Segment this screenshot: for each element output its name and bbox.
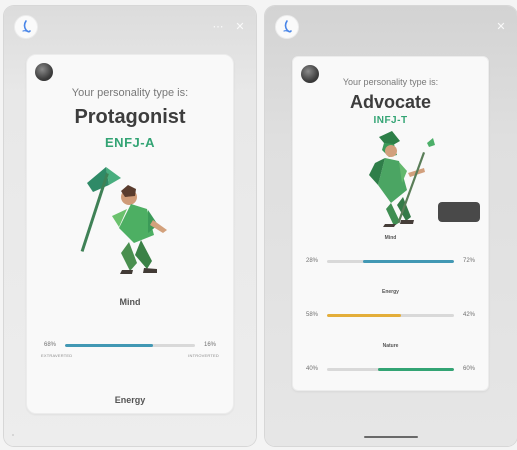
nature-bar-row-right: 40% 60%	[303, 366, 478, 372]
story-top-bar-left: ⋯ ✕	[14, 14, 246, 40]
mind-right-percent-left: 16%	[203, 342, 216, 348]
mind-left-percent-right: 28%	[305, 258, 318, 264]
mind-progress-bar-left	[65, 343, 195, 347]
energy-progress-fill-right	[327, 313, 401, 317]
personality-title-right: Advocate	[349, 92, 432, 112]
personality-intro-right: Your personality type is:	[342, 77, 439, 87]
personality-title-left: Protagonist	[74, 106, 186, 128]
energy-label-left: Energy	[114, 395, 146, 405]
mind-bar-row-left: 68% 16%	[41, 342, 219, 348]
mind-right-label-left: INTROVERTED	[188, 353, 219, 358]
nature-progress-bar-right	[327, 367, 454, 371]
personality-code-left: ENFJ-A	[105, 135, 155, 150]
card-header-left	[35, 63, 53, 81]
more-icon[interactable]: ⋯	[212, 21, 224, 33]
home-indicator	[364, 436, 418, 438]
story-actions-right: ✕	[495, 21, 507, 33]
story-avatar-icon	[283, 20, 292, 33]
mind-bar-row-right: 28% 72%	[303, 258, 478, 264]
nature-progress-fill-right	[377, 367, 454, 371]
story-avatar-icon	[22, 20, 31, 33]
story-top-bar-right: ✕	[275, 14, 507, 40]
mind-label-right: Mind	[384, 235, 397, 241]
personality-intro-left: Your personality type is:	[71, 87, 189, 99]
nature-right-percent-right: 60%	[462, 366, 475, 372]
card-avatar-left	[35, 63, 53, 81]
close-icon[interactable]: ✕	[234, 21, 246, 33]
story-right: ✕ Your personality type is: Advocate INF…	[265, 6, 517, 446]
mind-left-label-left: EXTRAVERTED	[41, 353, 73, 358]
mind-progress-fill-left	[65, 343, 154, 347]
mind-progress-bar-right	[327, 259, 454, 263]
mind-right-percent-right: 72%	[462, 258, 475, 264]
energy-label-right: Energy	[382, 289, 399, 295]
personality-code-right: INFJ-T	[373, 115, 408, 126]
story-left: ⋯ ✕ Your personality type is: Protagonis…	[4, 6, 256, 446]
popup-badge	[438, 202, 480, 222]
mind-left-percent-left: 68%	[43, 342, 56, 348]
energy-progress-bar-right	[327, 313, 454, 317]
personality-card-left: Your personality type is: Protagonist EN…	[26, 54, 234, 414]
mind-labels-left: EXTRAVERTED INTROVERTED	[41, 353, 219, 358]
energy-left-percent-right: 58%	[305, 312, 318, 318]
story-actions-left: ⋯ ✕	[212, 21, 246, 33]
story-avatar-right[interactable]	[275, 15, 299, 39]
mind-progress-fill-right	[362, 259, 454, 263]
nature-label-right: Nature	[382, 343, 399, 349]
energy-right-percent-right: 42%	[462, 312, 475, 318]
personality-card-right: Your personality type is: Advocate INFJ-…	[292, 56, 489, 391]
nature-left-percent-right: 40%	[305, 366, 318, 372]
protagonist-figure	[80, 167, 167, 274]
energy-bar-row-right: 58% 42%	[303, 312, 478, 318]
advocate-figure	[369, 131, 435, 227]
story-avatar-left[interactable]	[14, 15, 38, 39]
close-icon[interactable]: ✕	[495, 21, 507, 33]
mind-label-left: Mind	[119, 297, 141, 307]
story-corner-dot	[12, 434, 14, 436]
